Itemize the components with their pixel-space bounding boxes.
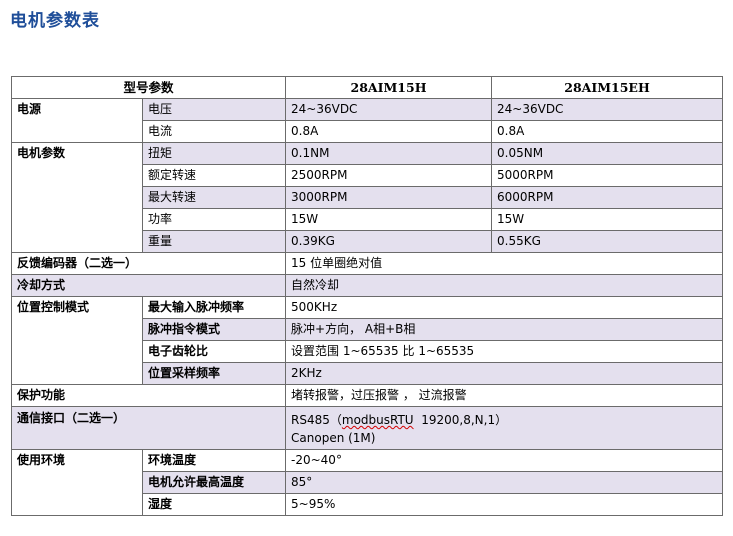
comm-line-1: RS485（modbusRTU 19200,8,N,1）	[291, 413, 508, 427]
table-header-row: 型号参数 28AIM15H 28AIM15EH	[10, 76, 724, 99]
row-label-protection: 保护功能	[10, 384, 287, 407]
cell-value: 500KHz	[285, 296, 724, 319]
header-param: 型号参数	[10, 76, 287, 99]
cell-a: 0.8A	[285, 120, 493, 143]
row-label: 脉冲指令模式	[141, 318, 287, 341]
header-model-b: 28AIM15EH	[491, 76, 724, 99]
cell-a: 0.39KG	[285, 230, 493, 253]
row-label: 电子齿轮比	[141, 340, 287, 363]
header-model-a: 28AIM15H	[285, 76, 493, 99]
cell-value: 5~95%	[285, 493, 724, 516]
comm-line-2: Canopen (1M)	[291, 431, 376, 445]
table-row: 电机参数 扭矩 0.1NM 0.05NM	[11, 142, 724, 253]
motor-spec-table: 型号参数 28AIM15H 28AIM15EH 电源 电压 24~36VDC 2…	[10, 76, 724, 516]
row-label-cooling: 冷却方式	[10, 274, 287, 297]
cell-a: 24~36VDC	[285, 98, 493, 121]
cell-comm: RS485（modbusRTU 19200,8,N,1） Canopen (1M…	[285, 406, 724, 450]
cell-value: 脉冲+方向， A相+B相	[285, 318, 724, 341]
table-row: 位置控制模式 最大输入脉冲频率 500KHz	[11, 296, 724, 385]
row-label-encoder: 反馈编码器（二选一）	[10, 252, 287, 275]
row-label: 环境温度	[141, 449, 287, 472]
cell-a: 2500RPM	[285, 164, 493, 187]
page-title: 电机参数表	[10, 11, 100, 31]
row-label: 重量	[141, 230, 287, 253]
row-label-comm: 通信接口（二选一）	[10, 406, 287, 450]
row-label: 电流	[141, 120, 287, 143]
row-label: 额定转速	[141, 164, 287, 187]
group-position: 位置控制模式	[11, 296, 143, 385]
cell-value: -20~40°	[285, 449, 724, 472]
comm-protocol: modbusRTU	[341, 413, 414, 427]
row-label: 功率	[141, 208, 287, 231]
group-power: 电源	[11, 98, 143, 143]
row-label: 位置采样频率	[141, 362, 287, 385]
group-motor: 电机参数	[11, 142, 143, 253]
cell-protection: 堵转报警，过压报警 ， 过流报警	[285, 384, 724, 407]
cell-value: 85°	[285, 471, 724, 494]
table-row: 使用环境 环境温度 -20~40°	[11, 449, 724, 516]
cell-b: 0.05NM	[491, 142, 724, 165]
row-label: 最大转速	[141, 186, 287, 209]
cell-b: 0.55KG	[491, 230, 724, 253]
table-row: 反馈编码器（二选一） 15 位单圈绝对值	[10, 252, 724, 275]
table-row: 冷却方式 自然冷却	[10, 274, 724, 297]
cell-b: 5000RPM	[491, 164, 724, 187]
row-label: 电压	[141, 98, 287, 121]
row-label: 电机允许最高温度	[141, 471, 287, 494]
cell-a: 0.1NM	[285, 142, 493, 165]
cell-encoder: 15 位单圈绝对值	[285, 252, 724, 275]
row-label: 湿度	[141, 493, 287, 516]
cell-value: 2KHz	[285, 362, 724, 385]
table-row: 电源 电压 24~36VDC 24~36VDC	[11, 98, 724, 143]
cell-value: 设置范围 1~65535 比 1~65535	[285, 340, 724, 363]
cell-b: 24~36VDC	[491, 98, 724, 121]
table-row: 保护功能 堵转报警，过压报警 ， 过流报警	[10, 384, 724, 407]
group-environment: 使用环境	[11, 449, 143, 516]
cell-b: 6000RPM	[491, 186, 724, 209]
cell-cooling: 自然冷却	[285, 274, 724, 297]
cell-a: 3000RPM	[285, 186, 493, 209]
cell-a: 15W	[285, 208, 493, 231]
cell-b: 15W	[491, 208, 724, 231]
row-label: 最大输入脉冲频率	[141, 296, 287, 319]
cell-b: 0.8A	[491, 120, 724, 143]
table-row: 通信接口（二选一） RS485（modbusRTU 19200,8,N,1） C…	[10, 406, 724, 450]
row-label: 扭矩	[141, 142, 287, 165]
